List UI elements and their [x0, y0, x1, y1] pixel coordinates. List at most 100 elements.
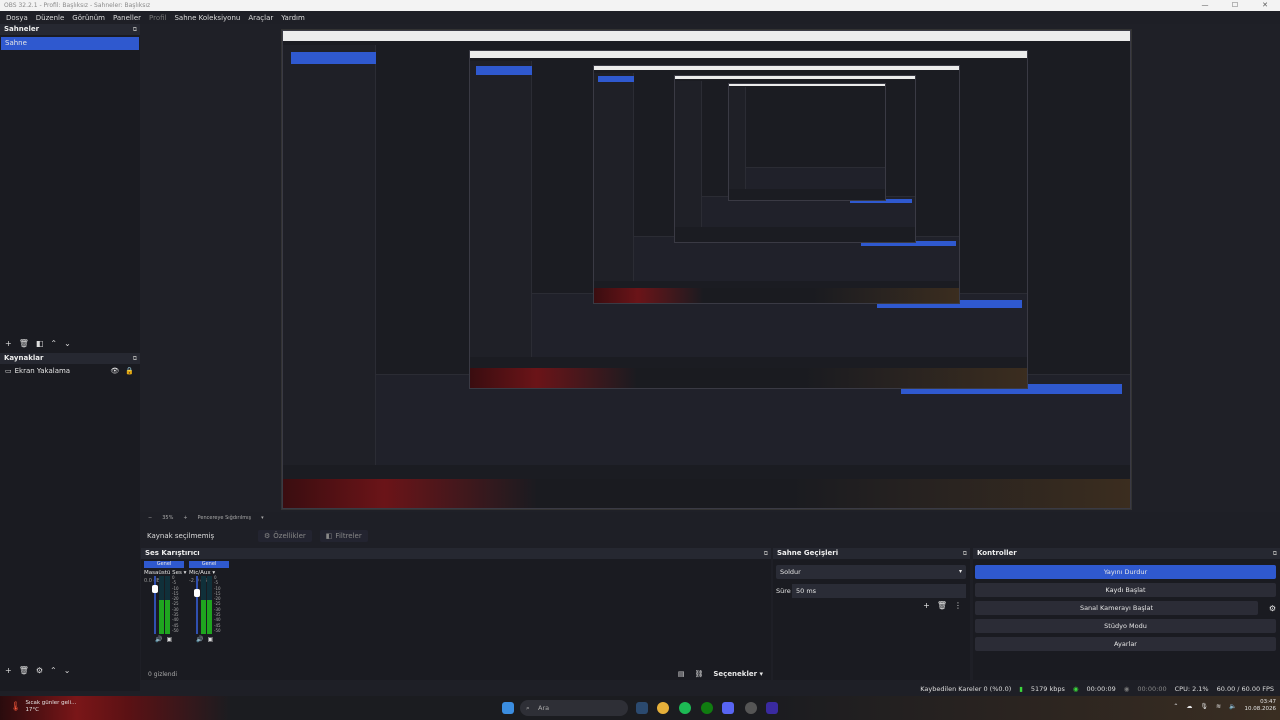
preview-canvas[interactable]	[281, 29, 1132, 510]
search-icon: ⌕	[526, 704, 530, 712]
add-icon[interactable]: +	[923, 601, 930, 610]
undock-icon[interactable]: ⧉	[133, 353, 137, 364]
windows-start-icon[interactable]	[502, 702, 514, 714]
chrome-icon[interactable]	[657, 702, 669, 714]
volume-meter	[159, 576, 164, 634]
transitions-dock-title: Sahne Geçişleri ⧉	[773, 548, 970, 559]
clock[interactable]: 03:47 10.08.2026	[1245, 699, 1277, 713]
scene-item[interactable]: Sahne	[1, 37, 139, 50]
fader-knob[interactable]	[194, 588, 200, 597]
more-icon[interactable]: ⋮	[954, 601, 962, 610]
discord-icon[interactable]	[722, 702, 734, 714]
lock-icon[interactable]: ▣	[166, 636, 172, 643]
volume-icon[interactable]: 🔈	[1229, 703, 1236, 710]
sources-toolbar: + 🗑 ⚙ ⌃ ⌄	[0, 663, 70, 677]
mixer-dock-title: Ses Karıştırıcı ⧉	[141, 548, 771, 559]
taskbar-search[interactable]: ⌕ Ara	[520, 700, 628, 716]
volume-fader[interactable]	[152, 576, 158, 634]
wifi-icon[interactable]: ≋	[1216, 703, 1221, 710]
meter-scale: 0 -5 -10 -15 -20 -25 -30 -35 -40 -45 -50	[214, 575, 221, 633]
gear-icon[interactable]: ⚙	[36, 666, 43, 675]
speaker-icon[interactable]: 🔊	[196, 636, 203, 643]
start-record-button[interactable]: Kaydı Başlat	[975, 583, 1276, 597]
zoom-mode[interactable]: Pencereye Sığdırılmış	[198, 515, 252, 521]
recursive-capture-level-1	[282, 30, 1131, 509]
source-item[interactable]: ▭ Ekran Yakalama 👁 🔒	[0, 364, 140, 378]
spotify-icon[interactable]	[679, 702, 691, 714]
studio-mode-button[interactable]: Stüdyo Modu	[975, 619, 1276, 633]
menu-duzenle[interactable]: Düzenle	[32, 14, 69, 22]
stop-stream-button[interactable]: Yayını Durdur	[975, 565, 1276, 579]
filters-button[interactable]: ◧ Filtreler	[319, 530, 368, 542]
scenes-dock-title: Sahneler ⧉	[0, 24, 140, 35]
menu-yardim[interactable]: Yardım	[277, 14, 309, 22]
status-bar: Kaybedilen Kareler 0 (%0.0) ▮ 5179 kbps …	[140, 682, 1280, 696]
volume-fader[interactable]	[194, 576, 200, 634]
lock-icon[interactable]: ▣	[207, 636, 213, 643]
steam-icon[interactable]	[636, 702, 648, 714]
lock-icon[interactable]: 🔒	[125, 367, 134, 375]
dropped-frames: Kaybedilen Kareler 0 (%0.0)	[920, 685, 1012, 693]
menu-profil[interactable]: Profil	[145, 14, 170, 22]
menu-dosya[interactable]: Dosya	[2, 14, 32, 22]
recursive-capture-level-3	[592, 64, 961, 304]
sources-dock: Kaynaklar ⧉ ▭ Ekran Yakalama 👁 🔒 + 🗑 ⚙ ⌃…	[0, 353, 140, 691]
zoom-value[interactable]: 35%	[162, 515, 173, 521]
undock-icon[interactable]: ⧉	[133, 24, 137, 35]
vpn-icon[interactable]	[766, 702, 778, 714]
undock-icon[interactable]: ⧉	[1273, 548, 1277, 559]
settings-button[interactable]: Ayarlar	[975, 637, 1276, 651]
maximize-button[interactable]: ☐	[1220, 0, 1250, 11]
trash-icon[interactable]: 🗑	[19, 339, 29, 348]
undock-icon[interactable]: ⧉	[764, 548, 768, 559]
channel-header: Genel	[189, 561, 229, 568]
trash-icon[interactable]: 🗑	[19, 666, 29, 675]
cloud-icon[interactable]: ☁	[1186, 703, 1192, 710]
minimize-button[interactable]: —	[1190, 0, 1220, 11]
menu-paneller[interactable]: Paneller	[109, 14, 145, 22]
options-button[interactable]: Seçenekler ▾	[713, 670, 763, 678]
close-button[interactable]: ✕	[1250, 0, 1280, 11]
volume-meter	[207, 576, 212, 634]
gear-icon[interactable]: ⚙	[1269, 604, 1276, 613]
trash-icon[interactable]: 🗑	[937, 601, 947, 610]
zoom-out-icon[interactable]: −	[148, 515, 152, 521]
window-titlebar: OBS 32.2.1 - Profil: Başlıksız - Sahnele…	[0, 0, 1280, 11]
record-time: 00:00:00	[1137, 685, 1167, 693]
recursive-capture-level-5	[727, 82, 886, 201]
sources-dock-title: Kaynaklar ⧉	[0, 353, 140, 364]
chevron-down-icon[interactable]: ▾	[261, 515, 264, 521]
move-up-icon[interactable]: ⌃	[50, 339, 57, 348]
menu-gorunum[interactable]: Görünüm	[68, 14, 109, 22]
menu-sahne-koleksiyonu[interactable]: Sahne Koleksiyonu	[170, 14, 244, 22]
add-icon[interactable]: +	[5, 339, 12, 348]
fader-knob[interactable]	[152, 585, 158, 594]
meter-scale: 0 -5 -10 -15 -20 -25 -30 -35 -40 -45 -50	[172, 575, 179, 633]
speaker-icon[interactable]: 🔊	[155, 636, 162, 643]
chevron-down-icon: ▾	[183, 570, 187, 576]
monitor-icon: ▭	[5, 367, 12, 375]
transition-select[interactable]: Soldur ▾	[776, 565, 966, 579]
preview-zoom-row: − 35% + Pencereye Sığdırılmış ▾	[140, 512, 1280, 524]
layout-icon[interactable]: ▤	[678, 670, 685, 678]
visibility-eye-icon[interactable]: 👁	[110, 367, 119, 375]
weather-widget[interactable]: 🌡 Sıcak günler geli... 17°C	[10, 700, 76, 714]
duration-input[interactable]: 50 ms	[792, 584, 966, 598]
properties-button[interactable]: ⚙ Özellikler	[258, 530, 312, 542]
menu-araclar[interactable]: Araçlar	[244, 14, 277, 22]
menu-bar: Dosya Düzenle Görünüm Paneller Profil Sa…	[0, 11, 1280, 24]
xbox-icon[interactable]	[701, 702, 713, 714]
undock-icon[interactable]: ⧉	[963, 548, 967, 559]
zoom-in-icon[interactable]: +	[183, 515, 187, 521]
obs-icon[interactable]	[745, 702, 757, 714]
move-down-icon[interactable]: ⌄	[64, 666, 71, 675]
chevron-up-icon[interactable]: ⌃	[1173, 703, 1178, 710]
filter-icon[interactable]: ◧	[36, 339, 44, 348]
mic-icon[interactable]: 🎙	[1200, 703, 1208, 710]
add-icon[interactable]: +	[5, 666, 12, 675]
move-down-icon[interactable]: ⌄	[64, 339, 71, 348]
virtual-camera-button[interactable]: Sanal Kamerayı Başlat	[975, 601, 1258, 615]
record-icon: ◉	[1123, 685, 1130, 693]
move-up-icon[interactable]: ⌃	[50, 666, 57, 675]
link-icon[interactable]: ⛓	[694, 670, 703, 678]
